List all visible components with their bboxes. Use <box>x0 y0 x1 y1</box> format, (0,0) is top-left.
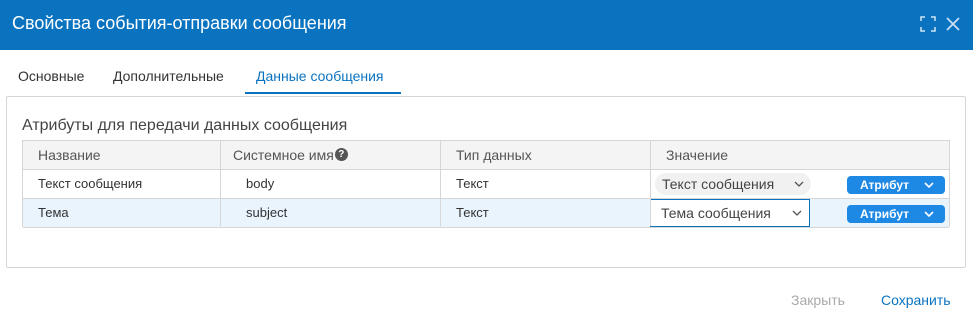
chevron-down-icon <box>794 181 804 187</box>
row-name: Тема <box>38 205 69 220</box>
value-select-text: Текст сообщения <box>662 176 775 192</box>
close-button[interactable]: Закрыть <box>791 292 845 308</box>
attribute-button-label: Атрибут <box>860 207 910 221</box>
row-system-name: subject <box>246 205 288 220</box>
table-header: Название Системное имя? Тип данных Значе… <box>23 141 949 170</box>
active-tab-indicator <box>245 92 401 94</box>
column-divider <box>440 141 441 226</box>
attribute-button-label: Атрибут <box>860 178 910 192</box>
help-icon[interactable]: ? <box>334 147 348 161</box>
attributes-table: Название Системное имя? Тип данных Значе… <box>22 140 950 228</box>
close-icon[interactable] <box>943 14 963 34</box>
dialog-title: Свойства события-отправки сообщения <box>12 13 347 33</box>
tab-message-data[interactable]: Данные сообщения <box>256 68 384 84</box>
row-data-type: Текст <box>456 205 489 220</box>
column-header-system-name-label: Системное имя <box>233 147 334 163</box>
chevron-down-icon <box>924 211 934 218</box>
tab-additional[interactable]: Дополнительные <box>113 68 224 84</box>
attribute-button[interactable]: Атрибут <box>847 176 945 194</box>
row-system-name: body <box>246 176 275 191</box>
column-header-data-type[interactable]: Тип данных <box>456 141 532 169</box>
value-select[interactable]: Тема сообщения <box>650 199 810 227</box>
value-select-text: Тема сообщения <box>661 205 771 221</box>
row-name: Текст сообщения <box>38 176 143 191</box>
attribute-button[interactable]: Атрибут <box>847 205 945 223</box>
value-select[interactable]: Текст сообщения <box>655 173 811 195</box>
section-title: Атрибуты для передачи данных сообщения <box>22 117 348 134</box>
column-header-value[interactable]: Значение <box>666 141 728 169</box>
column-divider <box>650 141 651 226</box>
table-row[interactable]: Текст сообщения body Текст Текст сообщен… <box>23 170 949 199</box>
chevron-down-icon <box>924 182 934 189</box>
save-button[interactable]: Сохранить <box>881 292 951 308</box>
tab-main[interactable]: Основные <box>18 68 84 84</box>
column-header-system-name[interactable]: Системное имя? <box>233 141 348 169</box>
column-divider <box>220 141 221 226</box>
row-data-type: Текст <box>456 176 489 191</box>
column-header-name[interactable]: Название <box>38 141 101 169</box>
chevron-down-icon <box>792 210 802 216</box>
table-row[interactable]: Тема subject Текст Тема сообщения Атрибу… <box>23 199 949 228</box>
maximize-icon[interactable] <box>918 14 938 34</box>
dialog-titlebar: Свойства события-отправки сообщения <box>0 0 973 50</box>
